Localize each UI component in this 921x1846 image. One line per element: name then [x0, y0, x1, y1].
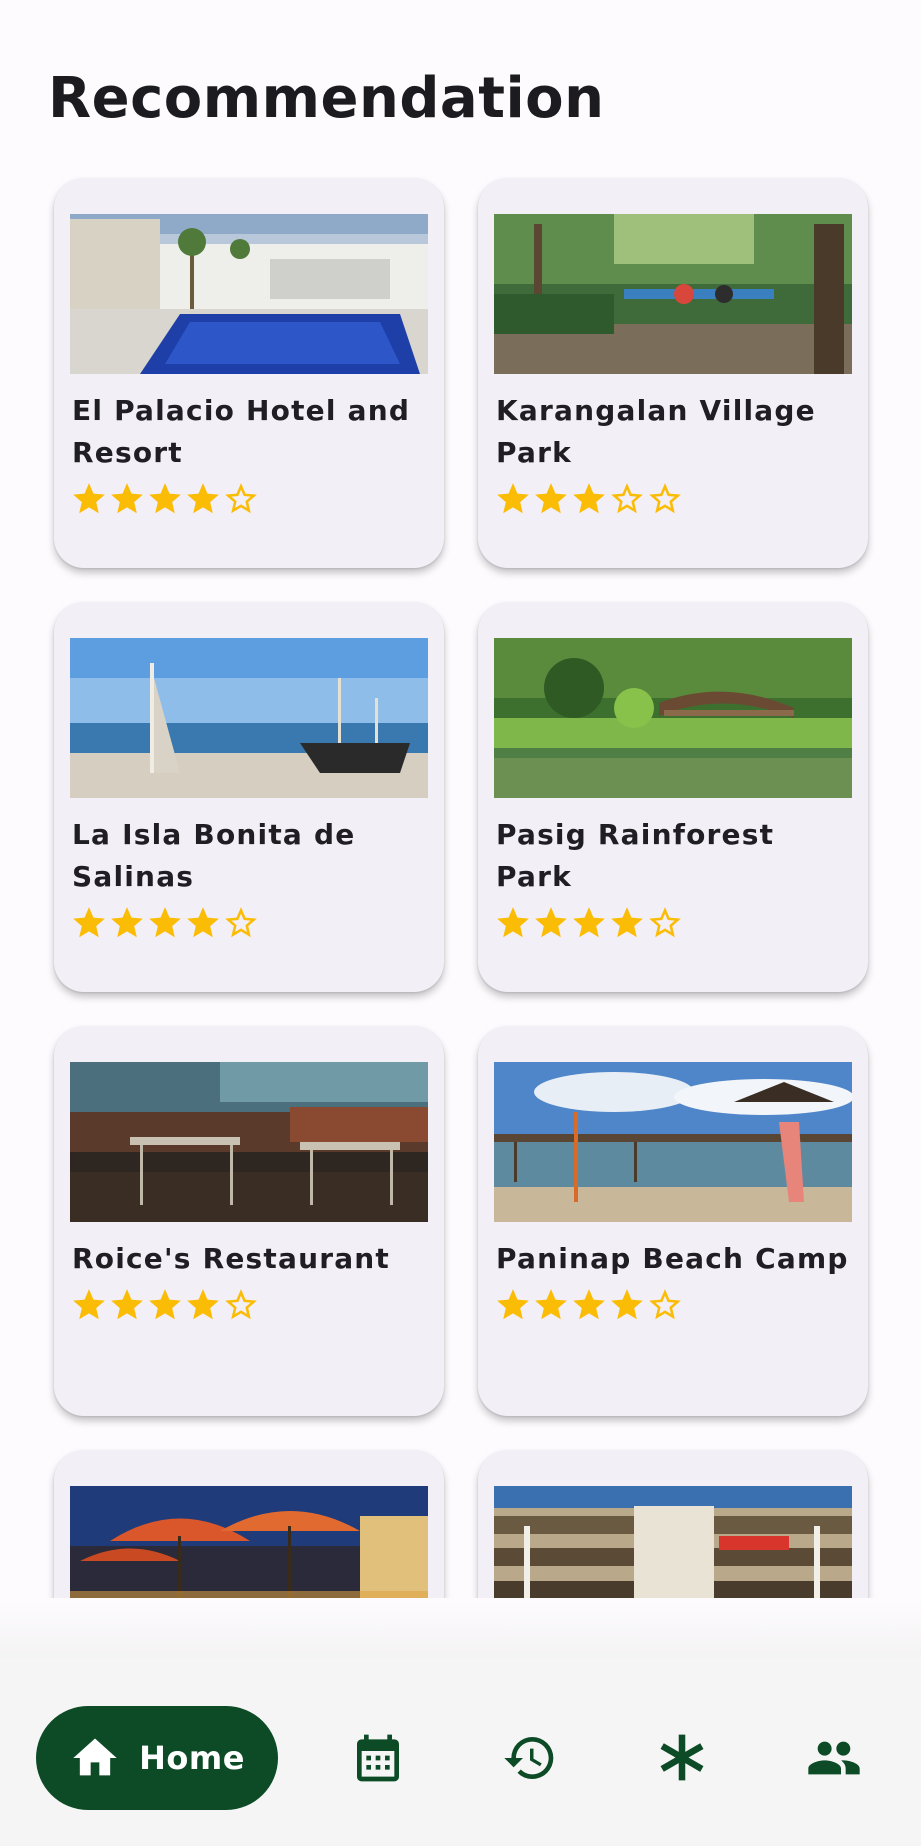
scroll-fade — [0, 1600, 921, 1660]
recommendation-scroll-area[interactable]: El Palacio Hotel and Resort Karangalan V… — [0, 0, 921, 1598]
star-outline-icon — [646, 1286, 684, 1324]
star-filled-icon — [608, 1286, 646, 1324]
place-image-rainforest-bridge — [494, 638, 852, 798]
place-card[interactable] — [478, 1450, 868, 1598]
bottom-navigation-bar: Home — [0, 1658, 921, 1846]
place-image-hotel-pool — [70, 214, 428, 374]
star-filled-icon — [532, 904, 570, 942]
star-filled-icon — [146, 904, 184, 942]
rating-stars — [494, 480, 852, 520]
place-name: El Palacio Hotel and Resort — [72, 394, 411, 469]
nav-people-button[interactable] — [806, 1730, 862, 1786]
star-filled-icon — [494, 480, 532, 518]
place-card[interactable]: La Isla Bonita de Salinas — [54, 602, 444, 992]
people-icon — [806, 1730, 862, 1786]
star-outline-icon — [222, 904, 260, 942]
rating-stars — [494, 904, 852, 944]
home-icon — [69, 1732, 121, 1784]
rating-stars — [70, 480, 428, 520]
place-image-mall-atrium — [494, 1486, 852, 1598]
place-name: La Isla Bonita de Salinas — [72, 818, 356, 893]
recommendation-grid: El Palacio Hotel and Resort Karangalan V… — [54, 178, 868, 1598]
star-filled-icon — [108, 480, 146, 518]
star-filled-icon — [70, 1286, 108, 1324]
star-filled-icon — [494, 1286, 532, 1324]
place-image-beach-pier — [494, 1062, 852, 1222]
place-name: Roice's Restaurant — [72, 1242, 391, 1275]
rating-stars — [70, 904, 428, 944]
calendar-icon — [350, 1730, 406, 1786]
place-card[interactable]: Roice's Restaurant — [54, 1026, 444, 1416]
star-filled-icon — [146, 480, 184, 518]
star-filled-icon — [146, 1286, 184, 1324]
place-card[interactable]: El Palacio Hotel and Resort — [54, 178, 444, 568]
asterisk-icon — [654, 1730, 710, 1786]
star-outline-icon — [222, 1286, 260, 1324]
nav-calendar-button[interactable] — [350, 1730, 406, 1786]
star-filled-icon — [532, 480, 570, 518]
nav-history-button[interactable] — [502, 1730, 558, 1786]
star-filled-icon — [184, 1286, 222, 1324]
place-image-beach-boat — [70, 638, 428, 798]
rating-stars — [494, 1286, 852, 1326]
star-filled-icon — [70, 480, 108, 518]
nav-asterisk-button[interactable] — [654, 1730, 710, 1786]
star-filled-icon — [570, 1286, 608, 1324]
place-name: Pasig Rainforest Park — [496, 818, 775, 893]
place-image-restaurant-interior — [70, 1062, 428, 1222]
place-card[interactable] — [54, 1450, 444, 1598]
place-name: Paninap Beach Camp — [496, 1242, 849, 1275]
history-icon — [502, 1730, 558, 1786]
star-filled-icon — [570, 904, 608, 942]
place-card[interactable]: Pasig Rainforest Park — [478, 602, 868, 992]
star-outline-icon — [608, 480, 646, 518]
star-filled-icon — [108, 1286, 146, 1324]
nav-home-label: Home — [139, 1739, 245, 1777]
place-image-park-playground — [494, 214, 852, 374]
star-filled-icon — [570, 480, 608, 518]
star-filled-icon — [608, 904, 646, 942]
star-filled-icon — [184, 904, 222, 942]
star-outline-icon — [222, 480, 260, 518]
star-filled-icon — [184, 480, 222, 518]
star-filled-icon — [70, 904, 108, 942]
star-filled-icon — [108, 904, 146, 942]
place-image-outdoor-umbrellas — [70, 1486, 428, 1598]
star-outline-icon — [646, 904, 684, 942]
nav-home-button[interactable]: Home — [36, 1706, 278, 1810]
place-card[interactable]: Karangalan Village Park — [478, 178, 868, 568]
place-name: Karangalan Village Park — [496, 394, 816, 469]
rating-stars — [70, 1286, 428, 1326]
place-card[interactable]: Paninap Beach Camp — [478, 1026, 868, 1416]
star-filled-icon — [532, 1286, 570, 1324]
star-outline-icon — [646, 480, 684, 518]
star-filled-icon — [494, 904, 532, 942]
